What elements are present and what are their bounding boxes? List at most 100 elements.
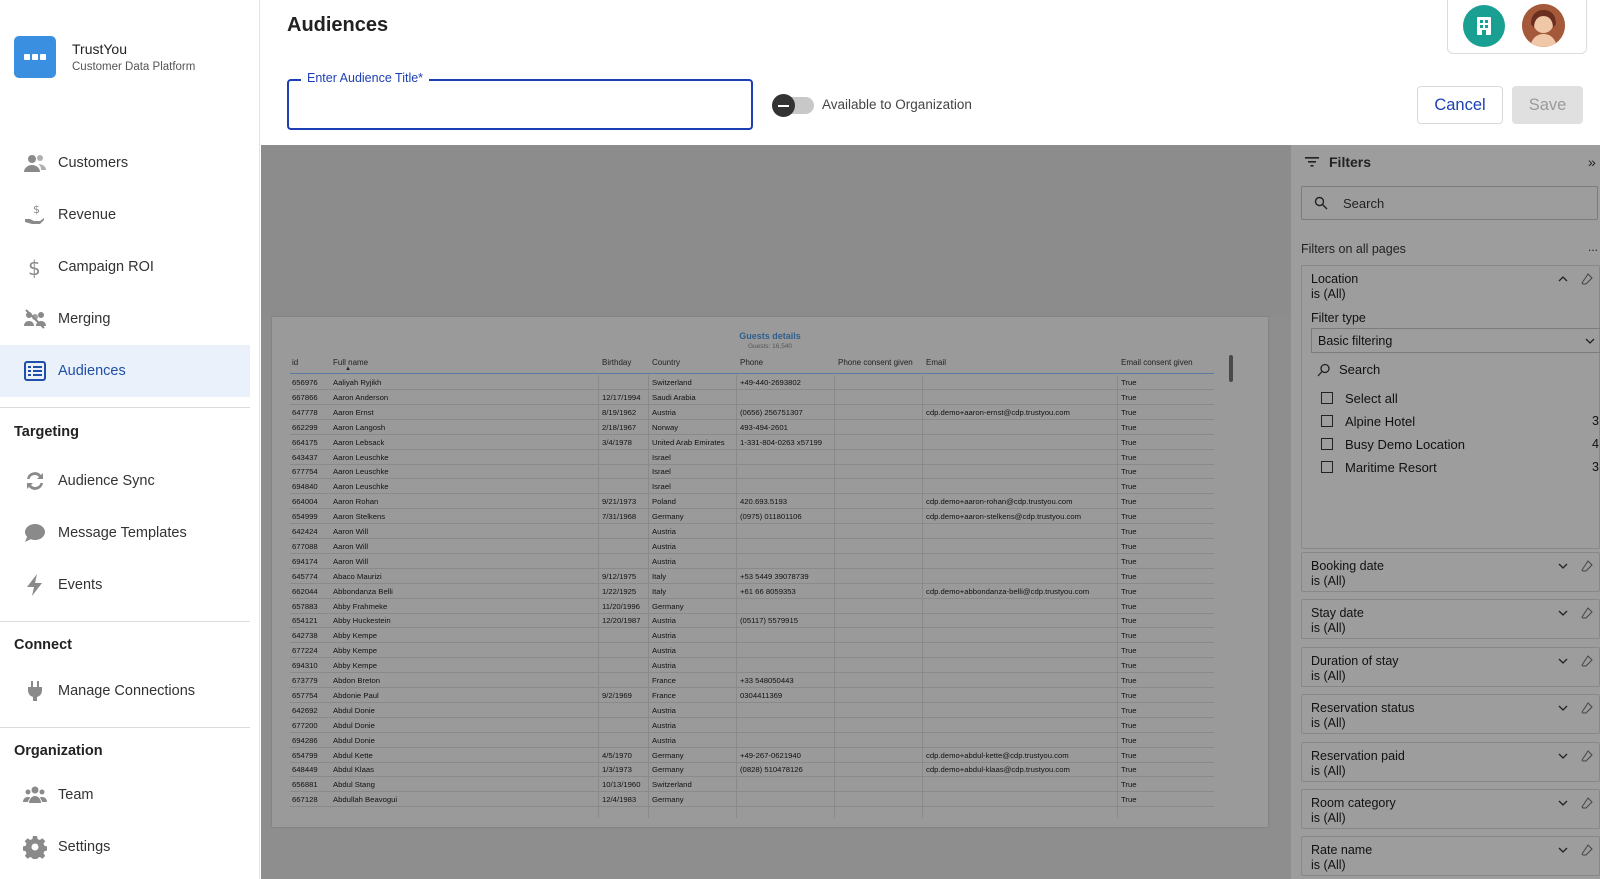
sidebar-item-audience-sync[interactable]: Audience Sync bbox=[0, 455, 250, 507]
table-row[interactable]: 677088 Aaron Will Austria True bbox=[290, 539, 1214, 554]
clear-filter-icon[interactable] bbox=[1581, 607, 1593, 619]
column-header-email-consent[interactable]: Email consent given bbox=[1121, 358, 1193, 367]
clear-filter-icon[interactable] bbox=[1581, 655, 1593, 667]
column-header-email[interactable]: Email bbox=[926, 358, 946, 367]
chevron-down-icon[interactable] bbox=[1557, 607, 1569, 619]
filter-card-reservation-paid[interactable]: Reservation paid is (All) bbox=[1301, 741, 1600, 782]
table-row[interactable]: 654799 Abdul Kette 4/5/1970 Germany +49-267-… bbox=[290, 748, 1214, 763]
table-cell: 12/20/1987 bbox=[602, 616, 641, 626]
table-subtitle: Guests: 16,540 bbox=[747, 343, 793, 350]
table-row[interactable]: 642424 Aaron Will Austria True bbox=[290, 524, 1214, 539]
chevron-down-icon[interactable] bbox=[1557, 844, 1569, 856]
option-maritime-resort[interactable]: Maritime Resort 3 bbox=[1321, 457, 1600, 477]
table-row[interactable]: 642738 Abby Kempe Austria True bbox=[290, 628, 1214, 644]
table-row[interactable]: 664004 Aaron Rohan 9/21/1973 Poland 420.693.… bbox=[290, 494, 1214, 510]
checkbox[interactable] bbox=[1321, 392, 1333, 404]
sidebar-item-manage-connections[interactable]: Manage Connections bbox=[0, 665, 250, 717]
collapse-pane-icon[interactable]: » bbox=[1588, 154, 1596, 170]
table-row[interactable]: 657754 Abdonie Paul 9/2/1969 France 03044113… bbox=[290, 688, 1214, 703]
filters-search-input[interactable]: Search bbox=[1301, 186, 1598, 220]
chevron-down-icon[interactable] bbox=[1557, 750, 1569, 762]
available-to-organization-toggle[interactable] bbox=[772, 94, 814, 117]
table-scrollbar[interactable] bbox=[1229, 355, 1233, 382]
sidebar-item-merging[interactable]: Merging bbox=[0, 293, 250, 345]
save-button[interactable]: Save bbox=[1512, 86, 1583, 124]
clear-filter-icon[interactable] bbox=[1581, 749, 1593, 762]
column-header-phone-consent[interactable]: Phone consent given bbox=[838, 358, 913, 367]
table-row[interactable]: 677224 Abby Kempe Austria True bbox=[290, 643, 1214, 659]
option-busy-demo-location[interactable]: Busy Demo Location 4 bbox=[1321, 434, 1600, 454]
organization-avatar[interactable] bbox=[1463, 5, 1505, 47]
filter-card-duration-of-stay[interactable]: Duration of stay is (All) bbox=[1301, 646, 1600, 687]
table-row[interactable]: 677754 Aaron Leuschke Israel True bbox=[290, 464, 1214, 480]
chevron-down-icon[interactable] bbox=[1557, 702, 1569, 714]
clear-filter-icon[interactable] bbox=[1581, 702, 1593, 714]
chevron-down-icon[interactable] bbox=[1557, 797, 1569, 809]
option-select-all[interactable]: Select all bbox=[1321, 388, 1600, 408]
table-row[interactable]: 662044 Abbondanza Belli 1/22/1925 Italy +61 … bbox=[290, 584, 1214, 599]
chevron-down-icon[interactable] bbox=[1557, 560, 1569, 572]
audience-title-input[interactable] bbox=[289, 81, 751, 128]
table-row[interactable]: 654121 Abby Huckestein 12/20/1987 Austria (0… bbox=[290, 613, 1214, 629]
table-row[interactable]: 673779 Abdon Breton France +33 548050443 Tru… bbox=[290, 673, 1214, 688]
chevron-up-icon[interactable] bbox=[1557, 273, 1569, 285]
sidebar-item-settings[interactable]: Settings bbox=[0, 821, 250, 873]
brand[interactable]: TrustYou Customer Data Platform bbox=[14, 36, 195, 78]
filter-card-location[interactable]: Location is (All) Filter type Basic filt… bbox=[1301, 265, 1600, 549]
table-cell: +49-267-0621940 bbox=[740, 750, 801, 760]
sidebar-item-revenue[interactable]: $ Revenue bbox=[0, 189, 250, 241]
sidebar-item-campaign-roi[interactable]: $ Campaign ROI bbox=[0, 241, 250, 293]
filter-card-room-category[interactable]: Room category is (All) bbox=[1301, 789, 1600, 829]
table-row[interactable]: 642692 Abdul Donie Austria True bbox=[290, 703, 1214, 718]
clear-filter-icon[interactable] bbox=[1581, 273, 1593, 285]
user-avatar[interactable] bbox=[1522, 4, 1565, 47]
table-row[interactable]: 662299 Aaron Langosh 2/18/1967 Norway 493-49… bbox=[290, 420, 1214, 435]
filter-card-reservation-status[interactable]: Reservation status is (All) bbox=[1301, 694, 1600, 735]
checkbox[interactable] bbox=[1321, 415, 1333, 427]
table-row[interactable]: 654999 Aaron Stelkens 7/31/1968 Germany (097… bbox=[290, 509, 1214, 525]
table-row[interactable]: 647778 Aaron Ernst 8/19/1962 Austria (0656) … bbox=[290, 405, 1214, 420]
table-row[interactable]: 694174 Aaron Will Austria True bbox=[290, 554, 1214, 569]
checkbox[interactable] bbox=[1321, 438, 1333, 450]
filter-card-booking-date[interactable]: Booking date is (All) bbox=[1301, 552, 1600, 592]
sidebar-item-audiences[interactable]: Audiences bbox=[0, 345, 250, 397]
sidebar-item-team[interactable]: Team bbox=[0, 769, 250, 821]
table-body[interactable]: 656976 Aaliyah Ryjikh Switzerland +49-440-2… bbox=[290, 375, 1214, 818]
sidebar-item-events[interactable]: Events bbox=[0, 559, 250, 611]
table-row[interactable]: 667866 Aaron Anderson 12/17/1994 Saudi Arab… bbox=[290, 390, 1214, 405]
table-row[interactable]: 643437 Aaron Leuschke Israel True bbox=[290, 450, 1214, 465]
table-row[interactable]: 694840 Aaron Leuschke Israel True bbox=[290, 479, 1214, 495]
table-cell: Germany bbox=[652, 601, 684, 611]
filter-card-rate-name[interactable]: Rate name is (All) bbox=[1301, 836, 1600, 877]
table-row[interactable]: 694310 Abby Kempe Austria True bbox=[290, 658, 1214, 674]
guests-table-visual[interactable]: Guests details Guests: 16,540 id Full na… bbox=[272, 317, 1268, 827]
sidebar-item-customers[interactable]: Customers bbox=[0, 137, 250, 189]
table-row[interactable]: 657883 Abby Frahmeke 11/20/1996 Germany True bbox=[290, 599, 1214, 614]
clear-filter-icon[interactable] bbox=[1581, 844, 1593, 856]
column-header-country[interactable]: Country bbox=[652, 358, 680, 367]
option-alpine-hotel[interactable]: Alpine Hotel 3 bbox=[1321, 411, 1600, 431]
more-options-icon[interactable]: ... bbox=[1588, 240, 1598, 254]
checkbox[interactable] bbox=[1321, 461, 1333, 473]
sidebar-item-message-templates[interactable]: Message Templates bbox=[0, 507, 250, 559]
table-row[interactable]: 667128 Abdullah Beavogui 12/4/1983 Germany T… bbox=[290, 792, 1214, 808]
table-row[interactable]: 656881 Abdul Stang 10/13/1960 Switzerland Tr… bbox=[290, 777, 1214, 793]
column-header-birthday[interactable]: Birthday bbox=[602, 358, 631, 367]
clear-filter-icon[interactable] bbox=[1581, 560, 1593, 572]
table-row[interactable]: 677200 Abdul Donie Austria True bbox=[290, 718, 1214, 733]
table-cell: 647778 bbox=[292, 407, 318, 417]
chevron-down-icon[interactable] bbox=[1557, 655, 1569, 667]
table-row[interactable]: 664175 Aaron Lebsack 3/4/1978 United Arab E… bbox=[290, 435, 1214, 450]
filter-card-stay-date[interactable]: Stay date is (All) bbox=[1301, 599, 1600, 640]
audience-title-field[interactable] bbox=[287, 79, 753, 130]
column-header-phone[interactable]: Phone bbox=[740, 358, 763, 367]
table-row[interactable]: 656976 Aaliyah Ryjikh Switzerland +49-440-2… bbox=[290, 375, 1214, 390]
table-row[interactable]: 645774 Abaco Maurizi 9/12/1975 Italy +53 544… bbox=[290, 569, 1214, 584]
location-search[interactable]: Search bbox=[1317, 362, 1380, 377]
table-row[interactable]: 694286 Abdul Donie Austria True bbox=[290, 733, 1214, 748]
filter-type-select[interactable]: Basic filtering bbox=[1311, 328, 1600, 353]
clear-filter-icon[interactable] bbox=[1581, 797, 1593, 809]
table-row[interactable]: 648449 Abdul Klaas 1/3/1973 Germany (0828) 5… bbox=[290, 762, 1214, 778]
cancel-button[interactable]: Cancel bbox=[1417, 86, 1503, 124]
column-header-id[interactable]: id bbox=[292, 358, 298, 367]
